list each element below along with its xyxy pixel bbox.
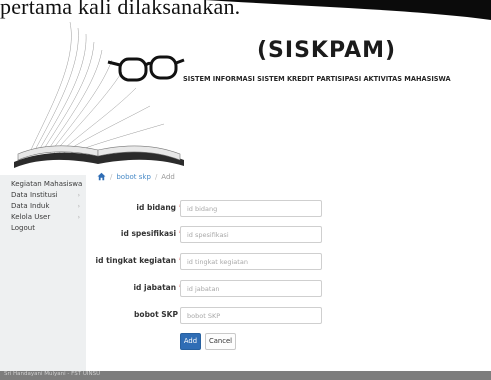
breadcrumb-current: Add [161, 172, 175, 181]
id-jabatan-input[interactable] [180, 280, 322, 297]
footer-text: Sri Handayani Mulyani - FST UINSU [4, 371, 101, 377]
form-actions: Add Cancel [86, 333, 491, 351]
chevron-right-icon: › [77, 192, 80, 199]
sidebar-item-data-institusi[interactable]: Data Institusi › [0, 190, 86, 201]
form-row-id-spesifikasi: id spesifikasi* [86, 226, 491, 244]
id-tingkat-kegiatan-input[interactable] [180, 253, 322, 270]
sidebar-item-label: Data Induk [11, 202, 50, 210]
id-bidang-input[interactable] [180, 200, 322, 217]
field-label: id spesifikasi* [121, 229, 183, 238]
form-row-bobot-skp: bobot SKP [86, 307, 491, 325]
id-spesifikasi-input[interactable] [180, 226, 322, 243]
breadcrumb-separator: / [154, 172, 158, 181]
cancel-button[interactable]: Cancel [205, 333, 236, 350]
sidebar-item-data-induk[interactable]: Data Induk › [0, 201, 86, 212]
content-panel: / bobot skp / Add id bidang* id spesifik… [86, 172, 491, 371]
bobot-skp-input[interactable] [180, 307, 322, 324]
sidebar: Kegiatan Mahasiswa Data Institusi › Data… [0, 175, 86, 371]
sidebar-item-logout[interactable]: Logout [0, 223, 86, 234]
field-label: id tingkat kegiatan* [96, 256, 183, 265]
sidebar-item-label: Kelola User [11, 213, 51, 221]
sidebar-item-label: Kegiatan Mahasiswa [11, 180, 83, 188]
app-title: (SISKPAM) [257, 38, 397, 63]
field-label: bobot SKP [134, 310, 178, 319]
form-row-id-bidang: id bidang* [86, 200, 491, 218]
add-button[interactable]: Add [180, 333, 201, 350]
sidebar-item-kelola-user[interactable]: Kelola User › [0, 212, 86, 223]
field-label: id bidang* [136, 203, 183, 212]
home-icon[interactable] [97, 172, 106, 181]
book-logo-icon [14, 21, 185, 168]
breadcrumb: / bobot skp / Add [97, 172, 175, 181]
chevron-right-icon: › [77, 214, 80, 221]
app-subtitle: SISTEM INFORMASI SISTEM KREDIT PARTISIPA… [183, 75, 451, 83]
main-area: Kegiatan Mahasiswa Data Institusi › Data… [0, 172, 491, 371]
sidebar-item-kegiatan-mahasiswa[interactable]: Kegiatan Mahasiswa [0, 179, 86, 190]
sidebar-item-label: Data Institusi [11, 191, 58, 199]
breadcrumb-link-bobot-skp[interactable]: bobot skp [116, 173, 151, 181]
form-row-id-jabatan: id jabatan* [86, 280, 491, 298]
form-row-id-tingkat-kegiatan: id tingkat kegiatan* [86, 253, 491, 271]
field-label: id jabatan* [133, 283, 183, 292]
breadcrumb-separator: / [110, 172, 113, 181]
footer: Sri Handayani Mulyani - FST UINSU [0, 371, 491, 380]
header-banner: (SISKPAM) SISTEM INFORMASI SISTEM KREDIT… [0, 0, 491, 175]
chevron-right-icon: › [77, 203, 80, 210]
sidebar-item-label: Logout [11, 224, 35, 232]
